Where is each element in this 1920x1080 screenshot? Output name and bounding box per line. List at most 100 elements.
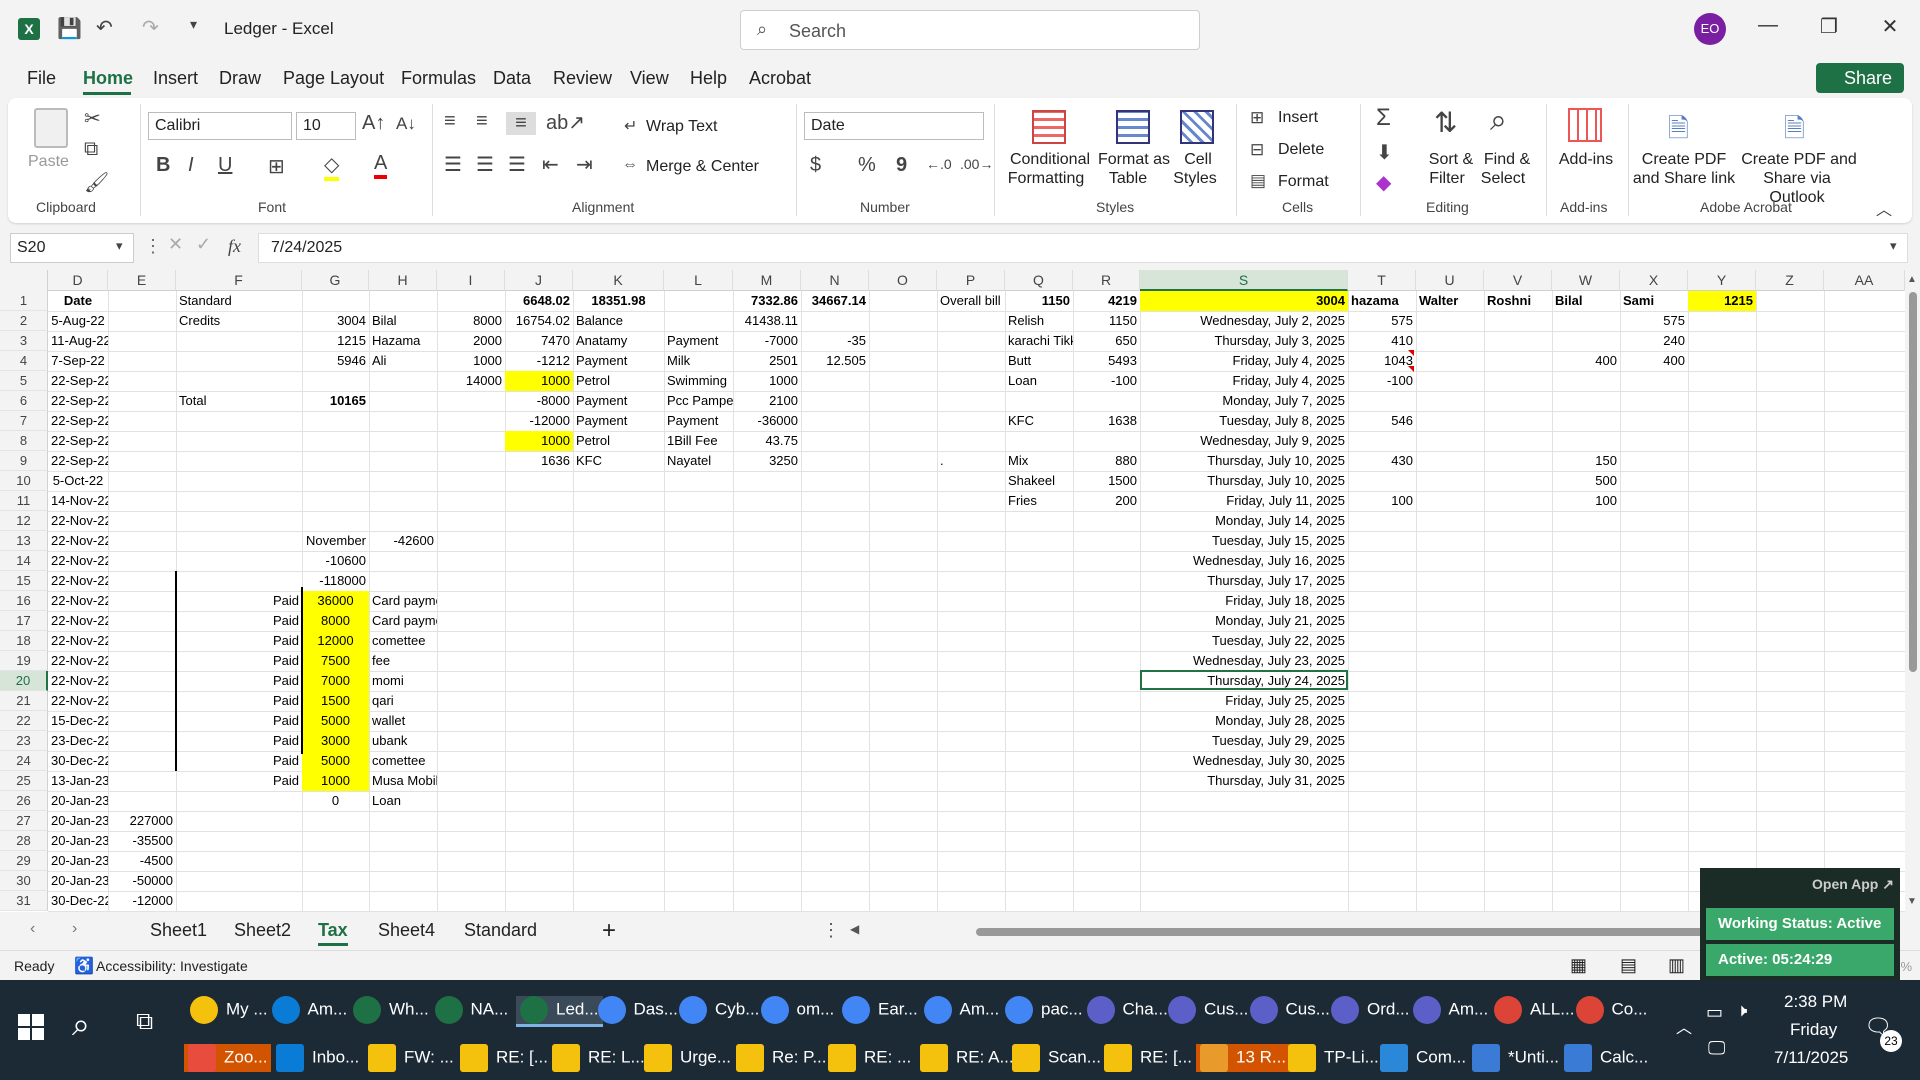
taskbar-app[interactable]: Ord...: [1331, 996, 1410, 1024]
cut-icon[interactable]: ✂: [84, 106, 101, 131]
conditional-formatting-line1[interactable]: Conditional: [1008, 150, 1092, 169]
cell-d23[interactable]: 23-Dec-22: [48, 731, 108, 751]
cell-d1[interactable]: Date: [48, 291, 108, 311]
minimize-button[interactable]: —: [1753, 14, 1783, 37]
taskbar-app[interactable]: Cus...: [1249, 996, 1330, 1024]
cell-f21[interactable]: Paid: [176, 691, 302, 711]
insert-cells-button[interactable]: Insert: [1278, 108, 1318, 127]
cell-d17[interactable]: 22-Nov-22: [48, 611, 108, 631]
taskbar-app[interactable]: om...: [760, 996, 834, 1024]
taskbar-window[interactable]: RE: [...: [1104, 1044, 1192, 1072]
cell-q1[interactable]: 1150: [1005, 291, 1073, 311]
taskbar-window[interactable]: Re: P...: [736, 1044, 827, 1072]
start-button[interactable]: [18, 1014, 44, 1040]
cell-f19[interactable]: Paid: [176, 651, 302, 671]
cell-k8[interactable]: Petrol: [573, 431, 664, 451]
cell-k5[interactable]: Petrol: [573, 371, 664, 391]
network-icon[interactable]: 🖵: [1708, 1038, 1725, 1059]
cell-l4[interactable]: Milk: [664, 351, 733, 371]
cell-h2[interactable]: Bilal: [369, 311, 437, 331]
scroll-up-icon[interactable]: ▲: [1907, 274, 1917, 285]
cell-d10[interactable]: 5-Oct-22: [48, 471, 108, 491]
cell-h3[interactable]: Hazama: [369, 331, 437, 351]
cell-n3[interactable]: -35: [801, 331, 869, 351]
cell-s4[interactable]: Friday, July 4, 2025: [1140, 351, 1348, 371]
cell-s12[interactable]: Monday, July 14, 2025: [1140, 511, 1348, 531]
cell-n4[interactable]: 12.505: [801, 351, 869, 371]
cell-d19[interactable]: 22-Nov-22: [48, 651, 108, 671]
taskbar-app[interactable]: Led...: [516, 996, 603, 1027]
cell-v1[interactable]: Roshni: [1484, 291, 1552, 311]
taskbar-app[interactable]: pac...: [1005, 996, 1083, 1024]
cell-t2[interactable]: 575: [1348, 311, 1416, 331]
cell-g25[interactable]: 1000: [302, 771, 369, 791]
cell-d15[interactable]: 22-Nov-22: [48, 571, 108, 591]
cell-d25[interactable]: 13-Jan-23: [48, 771, 108, 791]
cell-h4[interactable]: Ali: [369, 351, 437, 371]
cell-l5[interactable]: Swimming: [664, 371, 733, 391]
taskbar-window[interactable]: Urge...: [644, 1044, 731, 1072]
horizontal-scroll-thumb[interactable]: [976, 928, 1756, 936]
volume-icon[interactable]: 🕨: [1736, 1000, 1747, 1021]
cell-h17[interactable]: Card payment 2: [369, 611, 437, 631]
fill-icon[interactable]: ⬇: [1376, 140, 1393, 165]
cell-g14[interactable]: -10600: [302, 551, 369, 571]
cell-d30[interactable]: 20-Jan-23: [48, 871, 108, 891]
cell-r10[interactable]: 1500: [1073, 471, 1140, 491]
cell-h20[interactable]: momi: [369, 671, 437, 691]
increase-indent-icon[interactable]: ⇥: [576, 152, 593, 177]
cancel-entry-icon[interactable]: ✕: [168, 234, 183, 255]
save-icon[interactable]: 💾: [57, 16, 82, 41]
cell-g16[interactable]: 36000: [302, 591, 369, 611]
cell-d11[interactable]: 14-Nov-22: [48, 491, 108, 511]
cell-f2[interactable]: Credits: [176, 311, 302, 331]
menu-view[interactable]: View: [630, 68, 669, 89]
add-ins-button[interactable]: Add-ins: [1556, 150, 1616, 169]
cell-t3[interactable]: 410: [1348, 331, 1416, 351]
cell-f6[interactable]: Total: [176, 391, 302, 411]
tab-options-icon[interactable]: ⋮: [822, 920, 840, 941]
undo-icon[interactable]: ↶: [96, 15, 113, 40]
cell-g6[interactable]: 10165: [302, 391, 369, 411]
menu-file[interactable]: File: [27, 68, 56, 89]
cell-i5[interactable]: 14000: [437, 371, 505, 391]
cell-d27[interactable]: 20-Jan-23: [48, 811, 108, 831]
cell-m6[interactable]: 2100: [733, 391, 801, 411]
cell-i4[interactable]: 1000: [437, 351, 505, 371]
cell-j9[interactable]: 1636: [505, 451, 573, 471]
cell-m4[interactable]: 2501: [733, 351, 801, 371]
cell-i2[interactable]: 8000: [437, 311, 505, 331]
search-box[interactable]: ⌕ Search: [740, 10, 1200, 50]
cell-h16[interactable]: Card payment: [369, 591, 437, 611]
cell-q5[interactable]: Loan: [1005, 371, 1073, 391]
menu-insert[interactable]: Insert: [153, 68, 198, 89]
cell-q2[interactable]: Relish: [1005, 311, 1073, 331]
clock-time[interactable]: 2:38 PM: [1784, 992, 1847, 1012]
cell-e28[interactable]: -35500: [108, 831, 176, 851]
cell-t9[interactable]: 430: [1348, 451, 1416, 471]
cell-f25[interactable]: Paid: [176, 771, 302, 791]
cell-l7[interactable]: Payment: [664, 411, 733, 431]
cell-h18[interactable]: comettee: [369, 631, 437, 651]
sort-filter-line2[interactable]: Filter: [1422, 169, 1472, 188]
cell-f1[interactable]: Standard: [176, 291, 302, 311]
cell-area[interactable]: Date Standard 6648.02 18351.98 7332.86 34667.…: [0, 270, 1905, 912]
cell-g3[interactable]: 1215: [302, 331, 369, 351]
cell-d24[interactable]: 30-Dec-22: [48, 751, 108, 771]
cell-t5[interactable]: -100: [1348, 371, 1416, 391]
cell-g4[interactable]: 5946: [302, 351, 369, 371]
cell-s14[interactable]: Wednesday, July 16, 2025: [1140, 551, 1348, 571]
cell-x4[interactable]: 400: [1620, 351, 1688, 371]
copy-icon[interactable]: ⧉: [84, 138, 98, 161]
cell-s3[interactable]: Thursday, July 3, 2025: [1140, 331, 1348, 351]
cell-j3[interactable]: 7470: [505, 331, 573, 351]
taskbar-app[interactable]: Das...: [597, 996, 678, 1024]
cell-d26[interactable]: 20-Jan-23: [48, 791, 108, 811]
battery-icon[interactable]: ▭: [1706, 1002, 1723, 1023]
cell-d28[interactable]: 20-Jan-23: [48, 831, 108, 851]
cell-q11[interactable]: Fries: [1005, 491, 1073, 511]
format-cells-button[interactable]: Format: [1278, 172, 1329, 191]
find-select-line2[interactable]: Select: [1478, 169, 1528, 188]
spreadsheet-grid[interactable]: D E F G H I J K L M N O P Q R S T U V W X Y Z AA 1 2 3 4 5 6 7 8 9 10 11 1…: [0, 270, 1905, 912]
cell-g19[interactable]: 7500: [302, 651, 369, 671]
